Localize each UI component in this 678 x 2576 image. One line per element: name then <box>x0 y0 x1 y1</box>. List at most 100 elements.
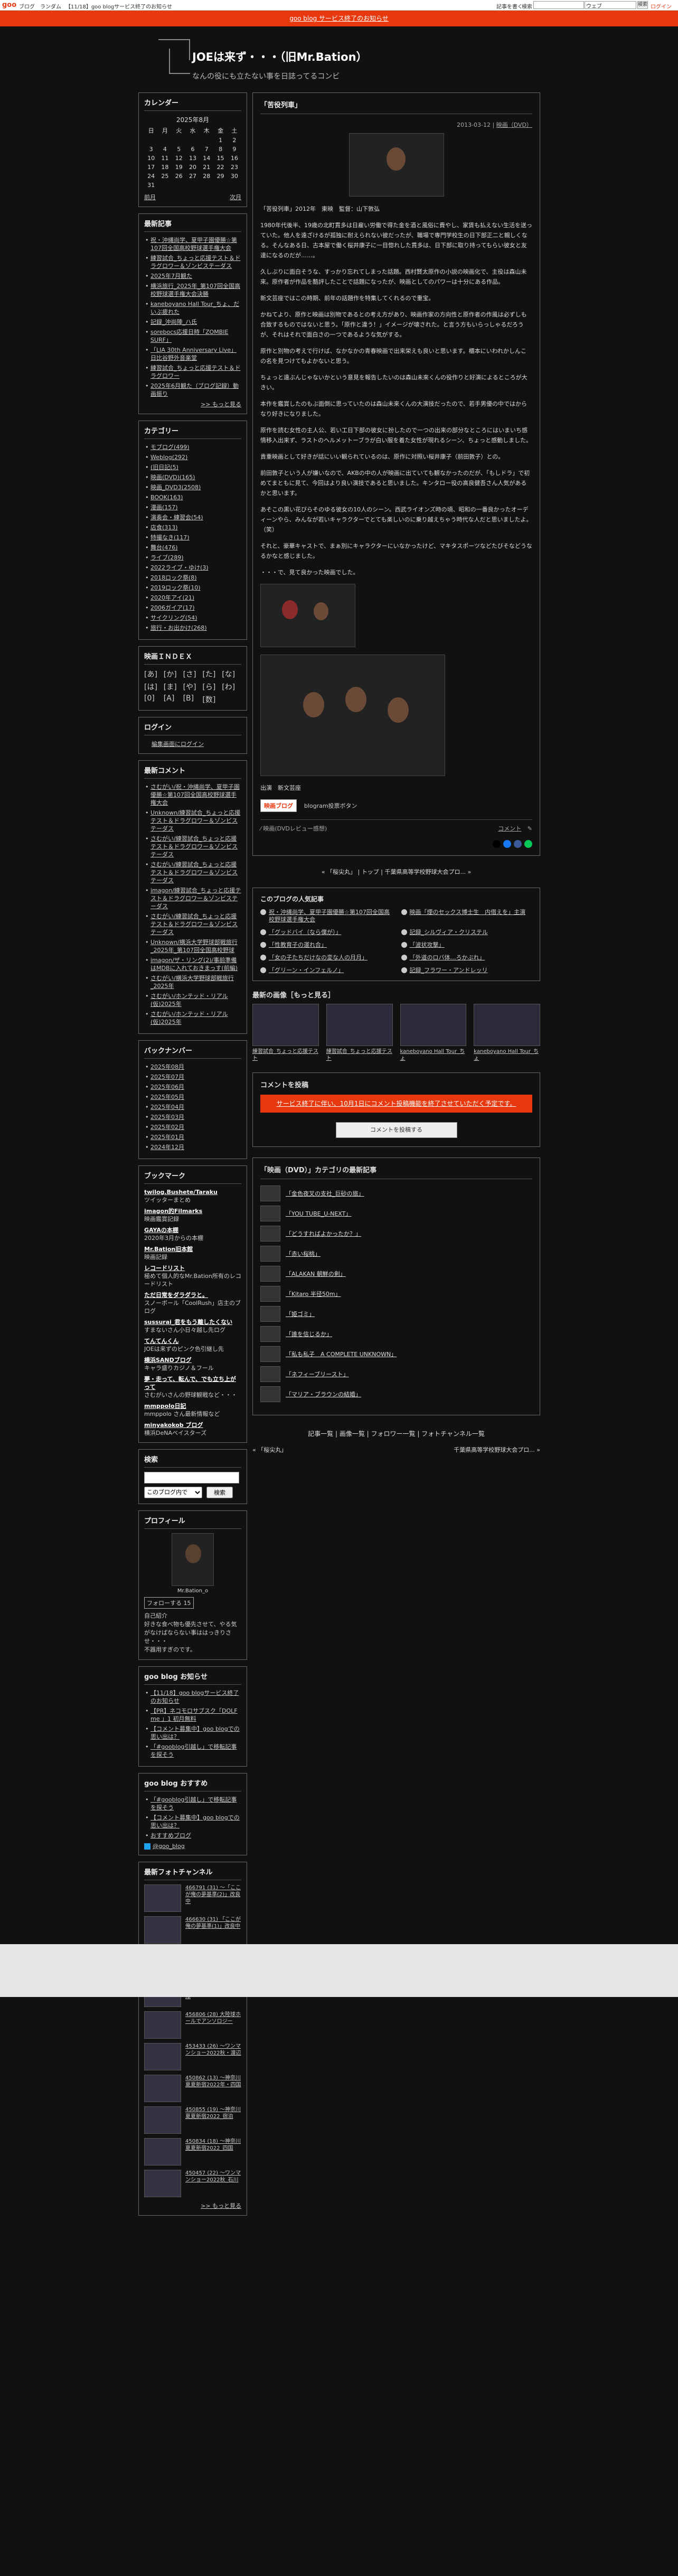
x-share-icon[interactable] <box>493 840 501 848</box>
dvd-latest-item[interactable]: 「誰を信じるか」 <box>260 1326 532 1342</box>
dvd-latest-thumb[interactable] <box>260 1226 280 1242</box>
dvd-latest-thumb[interactable] <box>260 1366 280 1382</box>
footer-prev-link[interactable]: « 「桜尖丸」 <box>252 1445 287 1454</box>
photo-channel-item[interactable]: 450862 (13) 〜神奈川夏夏新宿2022年・四国 <box>144 2075 241 2102</box>
dvd-latest-title[interactable]: 「姫ゴミ」 <box>286 1310 315 1318</box>
popular-item[interactable]: 「女の子たちだけなの変な人の月月」 <box>260 954 392 962</box>
recent-comment-item[interactable]: さむがい/練習試合_ちょっと応援テスト＆ドラグロワー＆ゾンビステーダス <box>144 912 241 936</box>
recent-article-item[interactable]: kaneboyano Hall Tour_ちょ、だいぶ疲れた <box>144 300 241 316</box>
recent-comment-item[interactable]: imagon/練習試合_ちょっと応援テスト＆ドラグロワー＆ゾンビステーダス <box>144 886 241 910</box>
next-article-link[interactable]: 千葉県高等学校野球大会プロ... » <box>384 869 471 875</box>
goo-notice-item[interactable]: 【PR】ネコモロサブスク「DOLF me 」1 初月無料 <box>144 1707 241 1723</box>
goo-reco-item[interactable]: 「#gooblog引越し」で移転記事を探そう <box>144 1796 241 1812</box>
dvd-latest-title[interactable]: 「YOU TUBE_U-NEXT」 <box>286 1209 351 1218</box>
photo-channel-item[interactable]: 450855 (19) 〜神奈川夏夏新宿2022_宿泊 <box>144 2106 241 2134</box>
movie-blog-banner[interactable]: 映画ブログ <box>260 799 297 812</box>
write-link[interactable]: 記事を書く <box>496 2 523 10</box>
backnumber-item[interactable]: 2024年12月 <box>144 1143 241 1151</box>
popular-item[interactable]: 記録_フラワー・アンドレッリ <box>401 967 533 974</box>
category-item[interactable]: 2022ライブ・ゆけ(3) <box>144 564 241 572</box>
dvd-latest-item[interactable]: 「私も私子 A COMPLETE UNKNOWN」 <box>260 1346 532 1362</box>
goo-reco-item[interactable]: 【コメント募集中】goo blogでの思い出は？ <box>144 1814 241 1830</box>
blog-link[interactable]: ブログ <box>19 2 35 10</box>
bookmark-link[interactable]: ただ日常をダラダラと。 <box>144 1291 241 1299</box>
category-item[interactable]: 映画(DVD)(165) <box>144 473 241 481</box>
dvd-latest-item[interactable]: 「姫ゴミ」 <box>260 1306 532 1322</box>
footer-links[interactable]: 記事一覧 | 画像一覧 | フォロワー一覧 | フォトチャンネル一覧 <box>252 1429 540 1438</box>
dvd-latest-title[interactable]: 「私も私子 A COMPLETE UNKNOWN」 <box>286 1350 397 1358</box>
category-item[interactable]: 旅行・お出かけ(268) <box>144 624 241 632</box>
recent-comment-item[interactable]: さむがい/祝・沖縄尚学、夏甲子園優勝☆第107回全国高校野球選手権大会 <box>144 783 241 807</box>
profile-name[interactable]: Mr.Bation_o <box>144 1588 241 1594</box>
recent-article-item[interactable]: 2025年6月観た（ブログ記録）動画振り <box>144 382 241 398</box>
top-link[interactable]: トップ <box>362 869 379 875</box>
latest-image-title[interactable]: 練習試合_ちょっと応援テスト <box>326 1048 393 1062</box>
dvd-latest-title[interactable]: 「金色夜叉の支社_巨砂の旅」 <box>286 1189 364 1198</box>
goo-reco-item[interactable]: おすすめブログ <box>144 1832 241 1840</box>
popular-item[interactable]: 祝・沖縄尚学、夏甲子園優勝☆第107回全国高校野球選手権大会 <box>260 909 392 923</box>
backnumber-item[interactable]: 2025年07月 <box>144 1073 241 1081</box>
latest-image-card[interactable]: kaneboyano Hall Tour_ちょ <box>474 1004 540 1062</box>
article-category-footer-link[interactable]: 映画(DVDレビュー感想) <box>263 825 327 832</box>
article-title[interactable]: 「苦役列車」 <box>260 99 532 114</box>
category-item[interactable]: (旧日記(5) <box>144 463 241 471</box>
recent-comment-item[interactable]: さむがい/ホンテッド・リアル(仮)2025年 <box>144 992 241 1008</box>
goo-notice-item[interactable]: 「#gooblog引越し」で移転記事を探そう <box>144 1743 241 1759</box>
popular-item[interactable]: 「性教育子の運れ合」 <box>260 941 392 949</box>
movie-index-link[interactable]: [ら] <box>202 682 222 692</box>
bookmark-link[interactable]: てんてんくん <box>144 1337 241 1345</box>
photo-caption[interactable]: 450834 (18) 〜神奈川夏夏新宿2022_四国 <box>185 2138 241 2166</box>
movie-index-link[interactable]: [は] <box>144 682 164 692</box>
dvd-latest-item[interactable]: 「赤い桜桃」 <box>260 1246 532 1262</box>
recent-article-item[interactable]: sorebocs応援日時「ZOMBIE SURF」 <box>144 328 241 344</box>
dvd-latest-item[interactable]: 「ALAKAN 朝鮮の剣」 <box>260 1266 532 1282</box>
latest-image-title[interactable]: kaneboyano Hall Tour_ちょ <box>400 1048 467 1062</box>
backnumber-item[interactable]: 2025年08月 <box>144 1063 241 1071</box>
category-item[interactable]: 漫画(157) <box>144 503 241 511</box>
photo-thumbnail[interactable] <box>144 2011 181 2039</box>
movie-index-link[interactable]: [や] <box>183 682 203 692</box>
photo-channel-item[interactable]: 453433 (26) 〜ワンマンショー2022秋・渡辺 <box>144 2043 241 2070</box>
comment-link[interactable]: コメント <box>498 825 521 832</box>
dvd-latest-item[interactable]: 「YOU TUBE_U-NEXT」 <box>260 1206 532 1221</box>
dvd-latest-title[interactable]: 「Kitaro 半径50m」 <box>286 1290 341 1298</box>
latest-image-thumb[interactable] <box>474 1004 540 1046</box>
blog-search-input[interactable] <box>144 1472 239 1483</box>
dvd-latest-thumb[interactable] <box>260 1246 280 1262</box>
bookmark-link[interactable]: Mr.Bation旧本館 <box>144 1245 241 1253</box>
recent-article-item[interactable]: 記録_沖尚陣_ハ氏 <box>144 318 241 326</box>
photo-caption[interactable]: 450862 (13) 〜神奈川夏夏新宿2022年・四国 <box>185 2075 241 2102</box>
latest-image-thumb[interactable] <box>326 1004 393 1046</box>
recent-more-link[interactable]: >> もっと見る <box>144 400 241 408</box>
category-item[interactable]: 演奏会・練習会(54) <box>144 514 241 521</box>
blogram-banner[interactable]: blogram投票ボタン <box>304 801 357 810</box>
recent-article-item[interactable]: 祝・沖縄尚学、夏甲子園優勝☆第107回全国高校野球選手権大会 <box>144 236 241 252</box>
bookmark-link[interactable]: 夢・走って、転んで、でも立ち上がって <box>144 1375 241 1391</box>
recent-comment-item[interactable]: さむがい/ホンテッド・リアル(仮)2025年 <box>144 1010 241 1026</box>
dvd-latest-thumb[interactable] <box>260 1286 280 1302</box>
category-item[interactable]: 特撮なき(117) <box>144 534 241 542</box>
movie-index-link[interactable]: [A] <box>164 694 183 705</box>
latest-image-card[interactable]: kaneboyano Hall Tour_ちょ <box>400 1004 467 1062</box>
category-item[interactable]: 2020年アイ(21) <box>144 594 241 602</box>
category-item[interactable]: Weblog(292) <box>144 453 241 461</box>
movie-index-link[interactable]: [か] <box>164 669 183 679</box>
photo-thumbnail[interactable] <box>144 2106 181 2134</box>
recent-article-item[interactable]: 練習試合_ちょっと応援テスト＆ドラグロワー＆ゾンビステーダス <box>144 254 241 270</box>
prev-article-link[interactable]: « 「桜尖丸」 <box>322 869 356 875</box>
photo-caption[interactable]: 466630 (31) 「ここが俺の夢基準(1)」改良中 <box>185 1916 241 1944</box>
blog-title[interactable]: JOEは来ず・・・（旧Mr.Bation） <box>192 49 368 64</box>
latest-image-card[interactable]: 練習試合_ちょっと応援テスト <box>252 1004 319 1062</box>
calendar-next-link[interactable]: 次月 <box>230 193 241 201</box>
goo-search-select[interactable]: ウェブ <box>585 1 636 10</box>
popular-item[interactable]: 「グリーン・インフェルノ」 <box>260 967 392 974</box>
blog-search-button[interactable]: 検索 <box>206 1487 233 1498</box>
photo-thumbnail[interactable] <box>144 1884 181 1912</box>
recent-comment-item[interactable]: さむがい/横浜大学野球部戦旅行_2025年 <box>144 974 241 990</box>
backnumber-item[interactable]: 2025年03月 <box>144 1113 241 1121</box>
dvd-latest-item[interactable]: 「ネフィーブリースト」 <box>260 1366 532 1382</box>
latest-image-title[interactable]: kaneboyano Hall Tour_ちょ <box>474 1048 540 1062</box>
photo-caption[interactable]: 466791 (31) 〜「ここが俺の夢基準(2)」改良中 <box>185 1884 241 1912</box>
photo-thumbnail[interactable] <box>144 2043 181 2070</box>
latest-image-title[interactable]: 練習試合_ちょっと応援テスト <box>252 1048 319 1062</box>
